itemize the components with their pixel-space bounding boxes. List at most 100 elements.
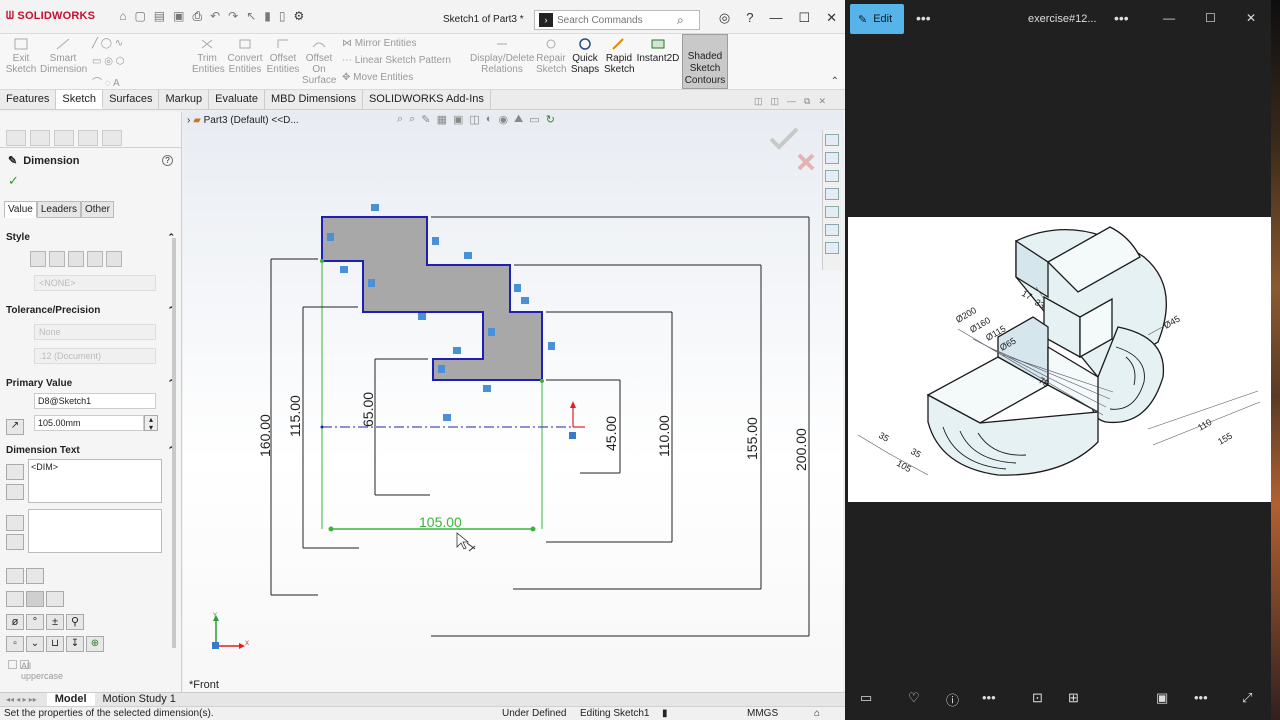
tab-solidworks-add-ins[interactable]: SOLIDWORKS Add-Ins xyxy=(363,90,491,109)
tab-features[interactable]: Features xyxy=(0,90,57,109)
minimize-button[interactable]: — xyxy=(769,10,782,26)
feature-manager-icon[interactable] xyxy=(6,130,26,146)
magnifier-icon[interactable]: ⌕ xyxy=(677,13,684,28)
all-uppercase-checkbox[interactable]: All uppercase xyxy=(8,660,63,681)
sketch-point[interactable] xyxy=(540,379,544,383)
align-center-icon[interactable] xyxy=(26,591,44,607)
tab-mbd-dimensions[interactable]: MBD Dimensions xyxy=(265,90,363,109)
split-view-icon[interactable]: ◫ xyxy=(754,96,763,107)
rect-tools[interactable]: ▭ ◎ ⬡ xyxy=(92,56,124,67)
options-gear-icon[interactable]: ⚙ xyxy=(294,9,305,24)
solidworks-resources-icon[interactable] xyxy=(825,134,839,146)
rebuild-icon[interactable]: ▮ xyxy=(264,9,271,24)
units-selector[interactable]: MMGS xyxy=(747,707,778,720)
help-icon[interactable]: ? xyxy=(162,155,173,166)
tab-model[interactable]: Model xyxy=(46,693,95,706)
full-screen-icon[interactable]: ⤢ xyxy=(1242,690,1252,706)
dim-200[interactable]: 200.00 xyxy=(793,428,809,471)
apply-default-style-icon[interactable] xyxy=(30,251,46,267)
subtab-other[interactable]: Other xyxy=(80,201,114,218)
graphics-area[interactable]: › ▰ Part3 (Default) <<D... ⌕ ⌕ ✎ ▦ ▣ ◫ ◐… xyxy=(183,111,843,692)
custom-properties-icon[interactable] xyxy=(825,224,839,236)
viewer-minimize-button[interactable]: — xyxy=(1163,11,1175,25)
exit-sketch-confirm-icon[interactable] xyxy=(769,127,799,150)
help-icon[interactable]: ? xyxy=(746,10,753,26)
arrow-endpoint[interactable] xyxy=(328,526,334,532)
section-dimension-text[interactable]: Dimension Text⌃ xyxy=(0,445,181,456)
search-commands-box[interactable]: › ⌕ xyxy=(534,10,700,30)
inspection-dimension-icon[interactable] xyxy=(6,515,24,531)
square-symbol-icon[interactable]: ▫ xyxy=(6,636,24,652)
convert-entities-button[interactable]: Convert Entities xyxy=(226,37,264,75)
offset-entities-button[interactable]: Offset Entities xyxy=(266,37,300,75)
diameter-symbol-icon[interactable]: ø xyxy=(6,614,24,630)
save-icon[interactable]: ▣ xyxy=(173,9,184,24)
tab-sketch[interactable]: Sketch xyxy=(56,90,104,109)
select-icon[interactable]: ↖ xyxy=(246,9,256,24)
actual-size-icon[interactable]: ⊞ xyxy=(1068,690,1079,706)
configuration-manager-icon[interactable] xyxy=(54,130,74,146)
tab-markup[interactable]: Markup xyxy=(159,90,210,109)
dimension-text-above[interactable]: <DIM> xyxy=(28,459,162,503)
more-options-icon-2[interactable]: ••• xyxy=(1114,10,1129,26)
design-library-icon[interactable] xyxy=(825,152,839,164)
info-icon[interactable]: ⓘ xyxy=(946,690,959,709)
dimension-text-below[interactable] xyxy=(28,509,162,553)
add-style-icon[interactable] xyxy=(49,251,65,267)
file-properties-icon[interactable]: ▯ xyxy=(279,9,286,24)
exit-sketch-button[interactable]: Exit Sketch xyxy=(4,37,38,75)
arc-tools[interactable]: ⌒ ◌ A xyxy=(92,74,120,89)
edit-button[interactable]: ✎ Edit xyxy=(850,4,904,34)
depth-symbol-icon[interactable]: ↧ xyxy=(66,636,84,652)
filmstrip-icon[interactable]: ▭ xyxy=(860,690,872,706)
display-delete-relations-button[interactable]: Display/Delete Relations xyxy=(470,37,534,75)
file-explorer-icon[interactable] xyxy=(825,170,839,182)
trim-entities-button[interactable]: Trim Entities xyxy=(192,37,225,75)
view-palette-icon[interactable] xyxy=(825,188,839,200)
display-manager-icon[interactable] xyxy=(102,130,122,146)
forum-icon[interactable] xyxy=(825,242,839,254)
open-icon[interactable]: ▤ xyxy=(154,9,165,24)
mirror-entities-button[interactable]: ⋈ Mirror Entities xyxy=(342,38,416,49)
exercise-drawing-image[interactable]: Ø200 Ø160 Ø115 Ø65 Ø45 17 33 75 35 35 10… xyxy=(848,217,1271,502)
print-icon[interactable]: ⎙ xyxy=(192,9,202,24)
dimension-name-field[interactable]: D8@Sketch1 xyxy=(34,393,156,409)
repair-sketch-button[interactable]: Repair Sketch xyxy=(536,37,567,75)
doc-minimize-icon[interactable]: — xyxy=(787,96,796,107)
move-entities-button[interactable]: ✥ Move Entities xyxy=(342,72,413,83)
dimension-value-field[interactable]: 105.00mm xyxy=(34,415,144,431)
dim-105[interactable]: 105.00 xyxy=(419,514,462,530)
text-leader-icon[interactable] xyxy=(26,568,44,584)
close-button[interactable]: ✕ xyxy=(826,10,837,26)
dim-45[interactable]: 45.00 xyxy=(603,416,619,451)
centerline-symbol-icon[interactable]: ⚲ xyxy=(66,614,84,630)
dimxpert-icon[interactable] xyxy=(78,130,98,146)
centerline-endpoint[interactable] xyxy=(320,425,324,429)
offset-text-icon[interactable] xyxy=(6,534,24,550)
checkbox-box[interactable] xyxy=(8,660,17,669)
tab-surfaces[interactable]: Surfaces xyxy=(103,90,160,109)
confirmation-corner[interactable] xyxy=(769,127,815,171)
tolerance-type-dropdown[interactable]: None xyxy=(34,324,156,340)
load-style-icon[interactable] xyxy=(106,251,122,267)
tab-motion-study-1[interactable]: Motion Study 1 xyxy=(95,693,184,706)
degree-symbol-icon[interactable]: ° xyxy=(26,614,44,630)
user-icon[interactable]: ◎ xyxy=(719,10,730,26)
home-icon[interactable]: ⌂ xyxy=(119,9,126,24)
text-inline-icon[interactable] xyxy=(6,568,24,584)
sketch-point[interactable] xyxy=(320,259,324,263)
unit-precision-dropdown[interactable]: .12 (Document) xyxy=(34,348,156,364)
cancel-sketch-icon[interactable] xyxy=(797,153,815,171)
section-primary-value[interactable]: Primary Value⌃ xyxy=(0,378,181,389)
zoom-fit-icon[interactable]: ⊡ xyxy=(1032,690,1043,706)
maximize-button[interactable]: ☐ xyxy=(798,10,810,26)
instant2d-button[interactable]: Instant2D xyxy=(636,37,680,64)
solidworks-logo[interactable]: ᗯ SOLIDWORKS xyxy=(6,10,95,23)
slideshow-icon[interactable]: ▣ xyxy=(1156,690,1168,706)
line-tools[interactable]: ╱ ◯ ∿ xyxy=(92,38,123,49)
pm-scrollbar[interactable] xyxy=(172,238,176,648)
arrow-endpoint[interactable] xyxy=(530,526,536,532)
tab-evaluate[interactable]: Evaluate xyxy=(209,90,265,109)
dim-155[interactable]: 155.00 xyxy=(744,417,760,460)
collapse-ribbon-icon[interactable]: ⌃ xyxy=(831,76,839,87)
